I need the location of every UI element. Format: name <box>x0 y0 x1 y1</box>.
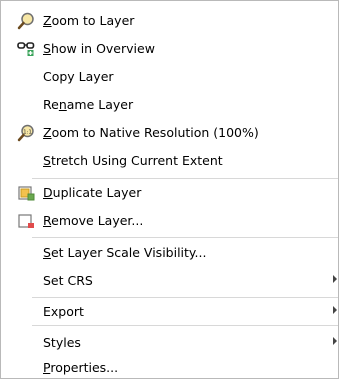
duplicate-layer-item[interactable]: Duplicate Layer <box>1 181 338 205</box>
menu-separator <box>32 325 338 326</box>
export-label: Export <box>43 304 84 319</box>
stretch-current-extent-item[interactable]: Stretch Using Current Extent <box>1 149 338 173</box>
styles-label: Styles <box>43 335 81 350</box>
remove-layer-item[interactable]: Remove Layer... <box>1 209 338 233</box>
magnifier-1-1-icon: 1:1 <box>17 124 35 142</box>
rename-layer-label: Rename Layer <box>43 97 134 112</box>
rename-layer-item[interactable]: Rename Layer <box>1 93 338 117</box>
styles-item[interactable]: Styles <box>1 331 338 355</box>
submenu-arrow-icon <box>333 306 337 314</box>
submenu-arrow-icon <box>333 275 337 283</box>
properties-item[interactable]: Properties... <box>1 356 338 380</box>
menu-separator <box>32 237 338 238</box>
menu-separator <box>32 297 338 298</box>
zoom-native-resolution-label: Zoom to Native Resolution (100%) <box>43 125 259 140</box>
remove-layer-icon <box>17 212 35 230</box>
layer-context-menu: Zoom to Layer Show in Overview Copy Laye… <box>0 0 339 379</box>
duplicate-layer-label: Duplicate Layer <box>43 185 142 200</box>
set-crs-item[interactable]: Set CRS <box>1 269 338 293</box>
export-item[interactable]: Export <box>1 300 338 324</box>
properties-label: Properties... <box>43 360 119 375</box>
zoom-to-layer-label: Zoom to Layer <box>43 13 135 28</box>
zoom-to-layer-item[interactable]: Zoom to Layer <box>1 9 338 33</box>
set-crs-label: Set CRS <box>43 273 93 288</box>
magnifier-icon <box>17 12 35 30</box>
set-layer-scale-visibility-label: Set Layer Scale Visibility... <box>43 245 207 260</box>
copy-layer-label: Copy Layer <box>43 69 114 84</box>
submenu-arrow-icon <box>333 337 337 345</box>
stretch-current-extent-label: Stretch Using Current Extent <box>43 153 223 168</box>
show-in-overview-item[interactable]: Show in Overview <box>1 37 338 61</box>
set-layer-scale-visibility-item[interactable]: Set Layer Scale Visibility... <box>1 241 338 265</box>
show-in-overview-label: Show in Overview <box>43 41 155 56</box>
copy-layer-item[interactable]: Copy Layer <box>1 65 338 89</box>
glasses-icon <box>17 40 35 58</box>
menu-separator <box>32 178 338 179</box>
duplicate-layer-icon <box>17 184 35 202</box>
zoom-native-resolution-item[interactable]: 1:1 Zoom to Native Resolution (100%) <box>1 121 338 145</box>
remove-layer-label: Remove Layer... <box>43 213 144 228</box>
